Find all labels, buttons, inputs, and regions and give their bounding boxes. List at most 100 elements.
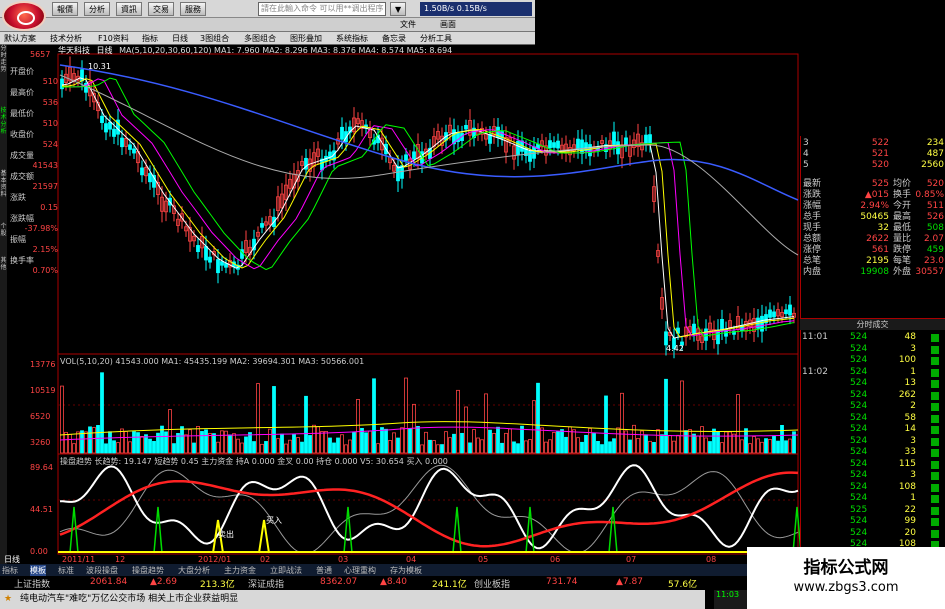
menu-quote[interactable]: 報價 [52, 2, 78, 16]
candle-body [132, 148, 136, 154]
volume-bar [436, 444, 440, 454]
toolbar-multichart[interactable]: 多图组合 [244, 33, 276, 44]
candle-body [772, 311, 776, 318]
trade-row: 524 13 [800, 378, 945, 389]
info-value: 2.15% [32, 245, 58, 254]
indicator-tab[interactable]: 主力资金 [224, 565, 256, 576]
volume-bar [608, 441, 612, 454]
trade-row: 524 99 [800, 516, 945, 527]
candle-body [104, 123, 108, 133]
candle-body [556, 140, 560, 149]
date-axis-label: 08 [706, 555, 716, 564]
index-name-3[interactable]: 创业板指 [474, 577, 510, 590]
volume-bar [420, 444, 424, 454]
indicator-tab[interactable]: 立即战法 [270, 565, 302, 576]
candle-body [464, 125, 468, 130]
volume-bar [424, 431, 428, 454]
volume-bar [776, 440, 780, 454]
news-text[interactable]: 纯电动汽车"难吃"万亿公交市场 相关上市企业获益明显 [20, 594, 238, 604]
volume-bar [232, 433, 236, 454]
indicator-tab[interactable]: 操盘趋势 [132, 565, 164, 576]
menu-analysis[interactable]: 分析 [84, 2, 110, 16]
volume-bar [288, 439, 292, 454]
info-column: 开盘价 510 最高价 536 最低价 510 收盘价 524 成交量 41543 成交额 21597… [8, 45, 58, 285]
volume-bar [104, 443, 108, 454]
toolbar-daily[interactable]: 日线 [172, 33, 188, 44]
news-ticker[interactable]: ★ 纯电动汽车"难吃"万亿公交市场 相关上市企业获益明显 [0, 590, 705, 609]
low-price-label: 4.42 [666, 344, 684, 353]
file-menu[interactable]: 文件 [400, 19, 416, 30]
volume-bar [268, 428, 272, 454]
toolbar-indicator[interactable]: 指标 [142, 33, 158, 44]
toolbar-default-scheme[interactable]: 默认方案 [4, 33, 36, 44]
volume-header: VOL(5,10,20) 41543.000 MA1: 45435.199 MA… [60, 357, 364, 366]
volume-bar [532, 400, 536, 454]
indicator-tab[interactable]: 心理重构 [344, 565, 376, 576]
volume-bar [548, 439, 552, 454]
indicator-tab[interactable]: 普通 [316, 565, 332, 576]
volume-bar [192, 442, 196, 454]
signal-spike [452, 506, 462, 554]
index-name-1[interactable]: 上证指数 [14, 577, 50, 590]
toolbar-sys-indicator[interactable]: 系统指标 [336, 33, 368, 44]
info-value: 510 [42, 119, 58, 128]
indicator-tab[interactable]: 存为模板 [390, 565, 422, 576]
candle-body [412, 151, 416, 160]
toolbar-tech-analysis[interactable]: 技术分析 [50, 33, 82, 44]
volume-bar [76, 431, 80, 454]
candle-body [204, 246, 208, 261]
ma10-line [62, 78, 795, 338]
menu-bar: 報價 分析 資訊 交易 服務 請在此輸入命令 可以用**调出程序 ▼ 1.50B… [0, 0, 535, 18]
index-name-2[interactable]: 深证成指 [248, 577, 284, 590]
candle-body [196, 245, 200, 253]
volume-bar [544, 441, 548, 454]
volume-bar [184, 434, 188, 454]
index-change-1: ▲2.69 [150, 577, 177, 587]
volume-axis-label: 3260 [30, 438, 50, 447]
candle-body [120, 137, 124, 148]
kline-chart[interactable]: 10.314.425657VOL(5,10,20) 41543.000 MA1:… [0, 45, 800, 565]
candle-body [664, 331, 668, 346]
volume-bar [144, 434, 148, 454]
index-value-1: 2061.84 [90, 577, 128, 587]
candle-body [112, 128, 116, 137]
info-label: 成交额 [10, 172, 34, 181]
candle-body [648, 134, 652, 145]
menu-service[interactable]: 服務 [180, 2, 206, 16]
volume-bar [172, 443, 176, 454]
view-menu[interactable]: 画面 [440, 19, 456, 30]
indicator-tab[interactable]: 标准 [58, 565, 74, 576]
info-value: 0.70% [32, 266, 58, 275]
volume-bar [304, 395, 308, 454]
star-icon: ★ [4, 594, 13, 604]
volume-bar [712, 428, 716, 454]
toolbar-memo[interactable]: 备忘录 [382, 33, 406, 44]
candle-body [396, 166, 400, 182]
candle-body [128, 144, 132, 150]
arrow-down-icon[interactable]: ▼ [390, 2, 407, 16]
info-label: 收盘价 [10, 130, 34, 139]
toolbar-f10[interactable]: F10资料 [98, 33, 129, 44]
trade-header[interactable]: 分时成交 [800, 318, 945, 330]
indicator-tab[interactable]: 大盘分析 [178, 565, 210, 576]
trade-row: 524 14 [800, 424, 945, 435]
command-input[interactable]: 請在此輸入命令 可以用**调出程序 [258, 2, 386, 16]
volume-bar [440, 444, 444, 454]
toolbar-tools[interactable]: 分析工具 [420, 33, 452, 44]
indicator-tab[interactable]: 波段操盘 [86, 565, 118, 576]
indicator-tab[interactable]: 指标 [2, 565, 18, 576]
toolbar-overlay[interactable]: 图形叠加 [290, 33, 322, 44]
volume-bar [72, 443, 76, 454]
indicator-axis-label: 89.64 [30, 463, 53, 472]
volume-bar [620, 392, 624, 454]
signal-spike [343, 506, 353, 554]
toolbar-3chart[interactable]: 3图组合 [200, 33, 229, 44]
volume-bar [392, 432, 396, 454]
volume-bar [680, 380, 684, 454]
menu-trade[interactable]: 交易 [148, 2, 174, 16]
volume-bar [196, 425, 200, 454]
quote-row: 总额 2622 量比 2.07 [803, 234, 944, 244]
ma-values: MA(5,10,20,30,60,120) MA1: 7.960 MA2: 8.… [119, 46, 453, 55]
menu-info[interactable]: 資訊 [116, 2, 142, 16]
indicator-tab[interactable]: 模板 [30, 565, 46, 576]
